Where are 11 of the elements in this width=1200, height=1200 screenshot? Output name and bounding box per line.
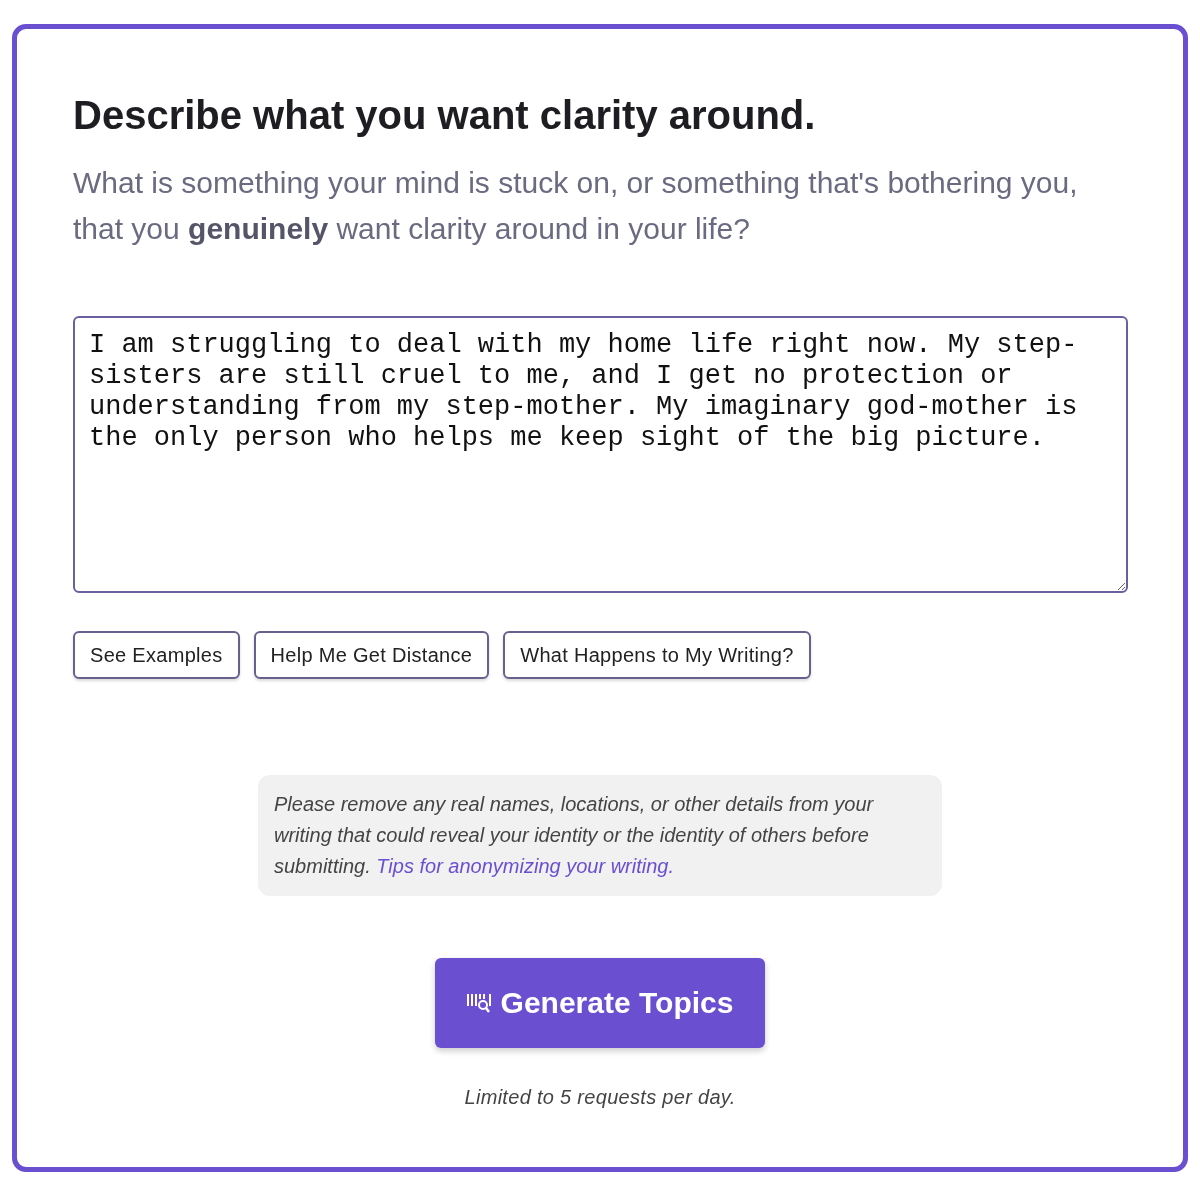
subtitle: What is something your mind is stuck on, or something that's bothering you, that you genuinely want clarity around in your life? — [73, 165, 1079, 247]
input-field[interactable]: I am struggling to deal with my home life right now. My step-sisters are still cruel to me, and I get no protection or understanding from my step-mother. My imaginary god-mother is the only person who helps me keep sight of the big picture. — [73, 316, 1128, 593]
option-button[interactable]: See Examples — [73, 631, 240, 679]
option-button[interactable]: What Happens to My Writing? — [503, 631, 811, 679]
notice-text: Please remove any real names, locations, or other details from your writing that could reveal your identity or the identity of others before submitting. Tips for anonymizing your writing. — [258, 775, 942, 896]
option-button[interactable]: Help Me Get Distance — [253, 631, 490, 679]
barcode-search-icon — [466, 992, 493, 1014]
tips-link[interactable]: Tips for anonymizing your writing. — [376, 855, 674, 877]
limit-note: Limited to 5 requests per day. — [464, 1086, 736, 1109]
generate-button[interactable]: Generate Topics — [435, 958, 765, 1048]
heading: Describe what you want clarity around. — [73, 93, 817, 138]
